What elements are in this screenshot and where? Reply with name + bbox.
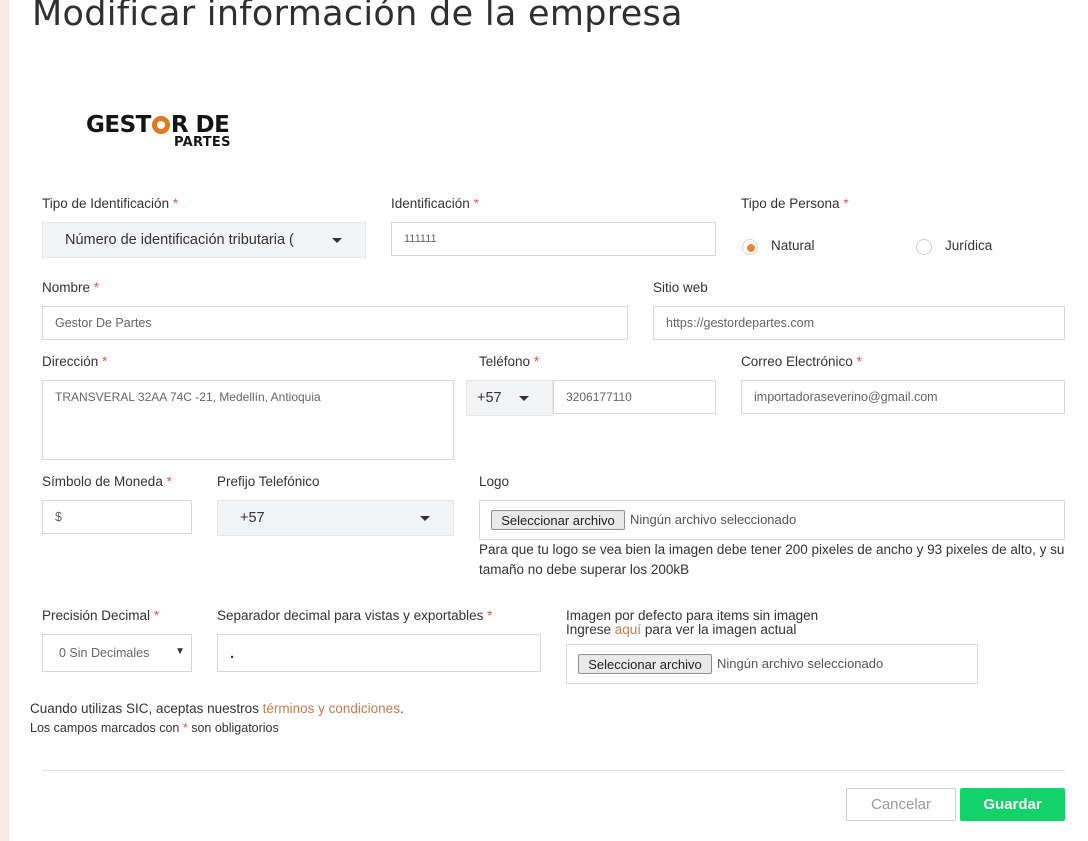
simbolo-moneda-label: Símbolo de Moneda * [42, 474, 172, 489]
imagen-file-status: Ningún archivo seleccionado [717, 656, 884, 671]
tipo-identificacion-label: Tipo de Identificación * [42, 196, 179, 211]
telefono-label: Teléfono * [479, 354, 540, 369]
ver-imagen-link[interactable]: aquí [615, 622, 641, 637]
identificacion-label: Identificación * [391, 196, 479, 211]
prefijo-telefonico-value: +57 [240, 510, 265, 526]
required-note: Los campos marcados con * son obligatori… [30, 721, 279, 735]
left-edge-strip [0, 0, 9, 841]
telefono-prefix-select[interactable]: +57 [466, 380, 553, 416]
tipo-persona-label: Tipo de Persona * [741, 196, 849, 211]
telefono-input[interactable]: 3206177110 [553, 380, 716, 414]
terms-link[interactable]: términos y condiciones [263, 701, 400, 716]
imagen-defecto-hint: Ingrese aquí para ver la imagen actual [566, 622, 797, 637]
radio-juridica[interactable] [916, 239, 932, 255]
logo-select-file-button[interactable]: Seleccionar archivo [491, 510, 625, 530]
sitio-web-label: Sitio web [653, 280, 708, 295]
page-title: Modificar información de la empresa [32, 0, 683, 34]
dropdown-arrow-icon: ▼ [175, 646, 185, 657]
precision-decimal-label: Precisión Decimal * [42, 608, 160, 623]
save-button[interactable]: Guardar [960, 788, 1065, 821]
correo-label: Correo Electrónico * [741, 354, 862, 369]
footer-divider [42, 770, 1065, 771]
telefono-prefix-value: +57 [477, 390, 502, 406]
separador-decimal-label: Separador decimal para vistas y exportab… [217, 608, 493, 623]
tipo-identificacion-select[interactable]: Número de identificación tributaria ( [42, 222, 366, 258]
simbolo-moneda-input[interactable]: $ [42, 500, 192, 534]
nombre-label: Nombre * [42, 280, 100, 295]
prefijo-telefonico-label: Prefijo Telefónico [217, 474, 320, 489]
chevron-down-icon [332, 238, 342, 243]
identificacion-input[interactable]: 111111 [391, 222, 716, 256]
logo-help-text: Para que tu logo se vea bien la imagen d… [479, 542, 1065, 577]
prefijo-telefonico-select[interactable]: +57 [217, 500, 454, 536]
imagen-select-file-button[interactable]: Seleccionar archivo [578, 654, 712, 674]
direccion-textarea[interactable]: TRANSVERAL 32AA 74C -21, Medellín, Antio… [42, 380, 454, 460]
tipo-identificacion-value: Número de identificación tributaria ( [65, 232, 294, 248]
chevron-down-icon [519, 396, 529, 401]
radio-juridica-label: Jurídica [945, 238, 993, 253]
chevron-down-icon [420, 516, 430, 521]
precision-decimal-select[interactable]: 0 Sin Decimales ▼ [42, 634, 192, 672]
precision-decimal-value: 0 Sin Decimales [59, 646, 150, 660]
logo-label: Logo [479, 474, 510, 489]
direccion-label: Dirección * [42, 354, 108, 369]
radio-natural-label: Natural [771, 238, 815, 253]
correo-input[interactable]: importadoraseverino@gmail.com [741, 380, 1065, 414]
imagen-defecto-label: Imagen por defecto para items sin imagen [566, 608, 819, 623]
gear-icon [151, 116, 170, 134]
terms-text: Cuando utilizas SIC, aceptas nuestros té… [30, 701, 404, 716]
cancel-button[interactable]: Cancelar [846, 788, 956, 821]
logo-file-status: Ningún archivo seleccionado [630, 512, 797, 527]
radio-natural[interactable] [742, 239, 758, 255]
company-logo: GEST R DE PARTES [86, 112, 231, 150]
nombre-input[interactable]: Gestor De Partes [42, 306, 628, 340]
separador-decimal-input[interactable]: . [217, 634, 541, 672]
sitio-web-input[interactable]: https://gestordepartes.com [653, 306, 1065, 340]
